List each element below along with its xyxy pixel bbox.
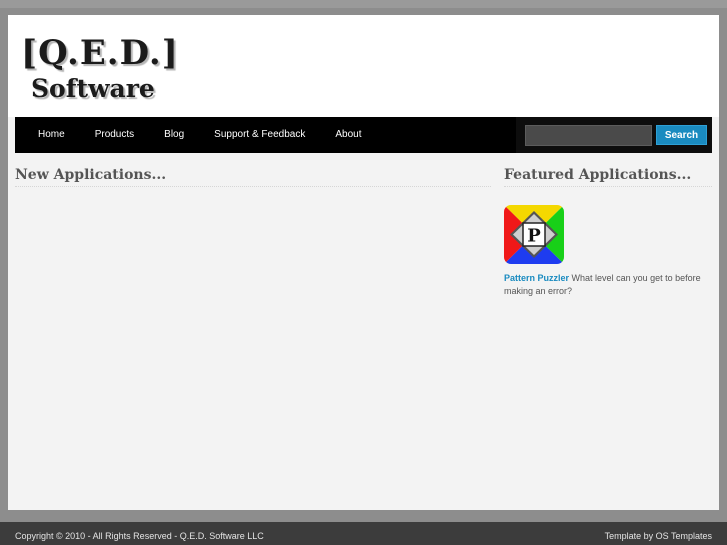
site-logo[interactable]: [Q.E.D.] Software xyxy=(21,33,178,113)
nav-item-products[interactable]: Products xyxy=(80,117,149,153)
search-form: Search xyxy=(516,117,712,153)
site-footer: Copyright © 2010 - All Rights Reserved -… xyxy=(0,522,727,545)
logo-line-1: [Q.E.D.] xyxy=(21,33,179,73)
pattern-puzzler-link[interactable]: Pattern Puzzler xyxy=(504,273,569,283)
featured-applications-heading: Featured Applications... xyxy=(504,167,712,187)
nav-item-support-feedback[interactable]: Support & Feedback xyxy=(199,117,320,153)
search-input[interactable] xyxy=(525,125,652,146)
nav-item-home[interactable]: Home xyxy=(23,117,80,153)
main-navigation-bar: Home Products Blog Support & Feedback Ab… xyxy=(15,117,712,153)
site-header: [Q.E.D.] Software xyxy=(8,15,719,117)
main-nav: Home Products Blog Support & Feedback Ab… xyxy=(15,117,376,153)
nav-item-about[interactable]: About xyxy=(320,117,376,153)
footer-template-credit[interactable]: Template by OS Templates xyxy=(605,522,712,545)
search-button[interactable]: Search xyxy=(656,125,707,145)
new-applications-heading: New Applications... xyxy=(15,167,491,187)
top-strip xyxy=(0,0,727,8)
pattern-puzzler-icon-graphic: P xyxy=(504,205,564,264)
nav-item-blog[interactable]: Blog xyxy=(149,117,199,153)
sidebar: Featured Applications... P Pattern Puzzl… xyxy=(504,167,712,467)
logo-line-2: Software xyxy=(31,74,155,103)
pattern-puzzler-app-icon[interactable]: P xyxy=(504,205,564,264)
main-content: New Applications... xyxy=(15,167,491,467)
featured-app-blurb: Pattern Puzzler What level can you get t… xyxy=(504,272,710,298)
footer-copyright: Copyright © 2010 - All Rights Reserved -… xyxy=(15,531,264,541)
pattern-puzzler-icon-letter: P xyxy=(527,226,541,247)
page-wrapper: [Q.E.D.] Software Home Products Blog Sup… xyxy=(8,15,719,510)
